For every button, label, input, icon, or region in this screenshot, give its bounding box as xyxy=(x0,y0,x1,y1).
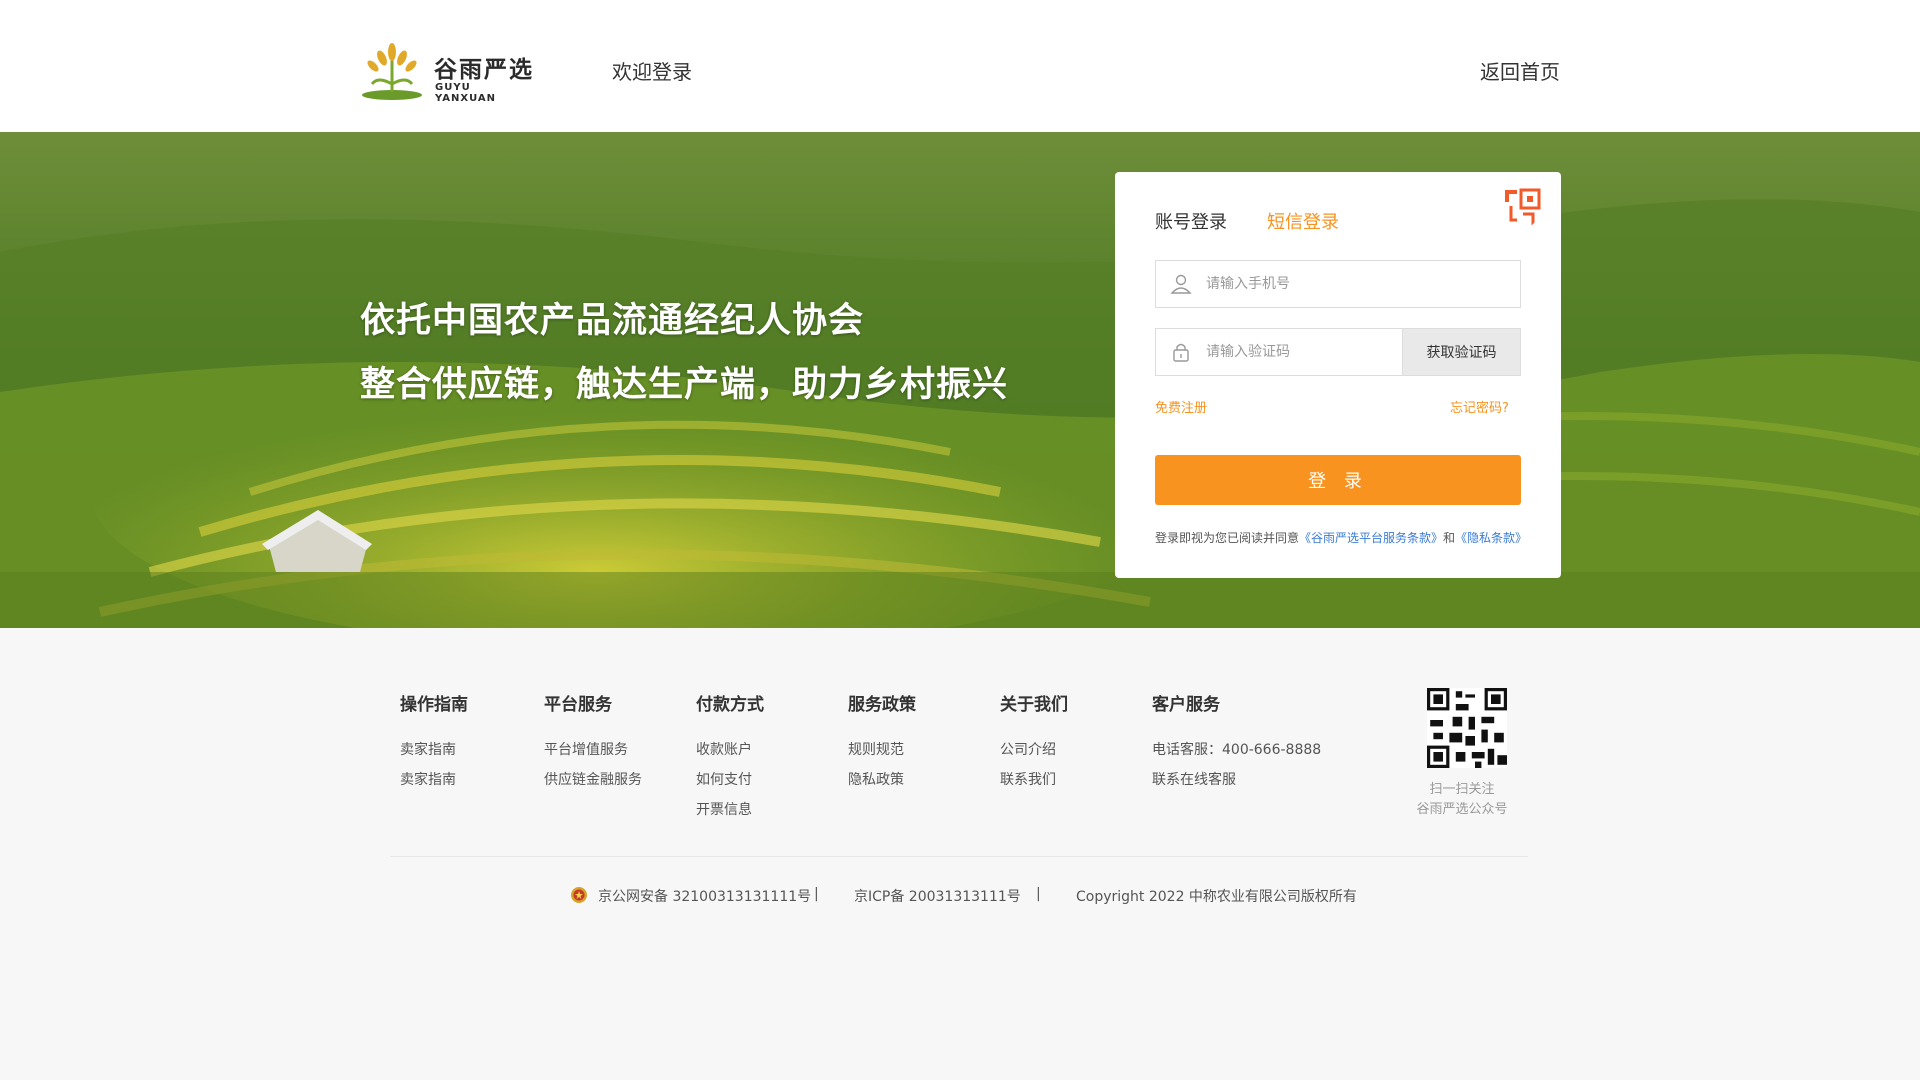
footer-link[interactable]: 如何支付 xyxy=(696,765,764,795)
footer-col-title: 操作指南 xyxy=(400,695,468,715)
login-card: 账号登录 短信登录 获取验证码 免费注册 xyxy=(1115,172,1561,578)
site-footer: 操作指南 卖家指南 卖家指南 平台服务 平台增值服务 供应链金融服务 付款方式 … xyxy=(0,628,1920,1080)
police-badge-icon xyxy=(571,887,587,903)
footer-link[interactable]: 平台增值服务 xyxy=(544,735,642,765)
footer-col-service: 客户服务 电话客服：400-666-8888 联系在线客服 xyxy=(1152,690,1321,795)
privacy-link[interactable]: 《隐私条款》 xyxy=(1455,531,1527,545)
logo-chinese-name: 谷雨严选 xyxy=(434,57,534,83)
footer-separator: | xyxy=(814,886,819,902)
footer-col-guide: 操作指南 卖家指南 卖家指南 xyxy=(400,690,468,795)
icp-record[interactable]: 京ICP备 20031313111号 xyxy=(854,886,1021,906)
tab-sms-login[interactable]: 短信登录 xyxy=(1267,208,1339,234)
site-logo[interactable]: 谷雨严选 GUYU YANXUAN xyxy=(360,40,536,104)
agreement-prefix: 登录即视为您已阅读并同意 xyxy=(1155,531,1300,545)
footer-col-policy: 服务政策 规则规范 隐私政策 xyxy=(848,690,916,795)
footer-col-platform: 平台服务 平台增值服务 供应链金融服务 xyxy=(544,690,642,795)
hero-slogan-line2: 整合供应链，触达生产端，助力乡村振兴 xyxy=(360,364,1009,405)
code-input[interactable] xyxy=(1206,329,1396,375)
hero-slogan-line1: 依托中国农产品流通经纪人协会 xyxy=(360,300,865,341)
agreement-and: 和 xyxy=(1443,531,1456,545)
login-button[interactable]: 登 录 xyxy=(1155,455,1521,505)
footer-col-payment: 付款方式 收款账户 如何支付 开票信息 xyxy=(696,690,764,825)
copyright-text: Copyright 2022 中称农业有限公司版权所有 xyxy=(1076,889,1357,905)
footer-link[interactable]: 联系在线客服 xyxy=(1152,765,1321,795)
footer-col-title: 服务政策 xyxy=(848,695,916,715)
footer-col-about: 关于我们 公司介绍 联系我们 xyxy=(1000,690,1068,795)
police-record[interactable]: 京公网安备 32100313131111号 xyxy=(598,886,811,906)
footer-link[interactable]: 隐私政策 xyxy=(848,765,916,795)
get-code-button[interactable]: 获取验证码 xyxy=(1402,329,1520,375)
phone-field xyxy=(1155,260,1521,308)
site-header: 谷雨严选 GUYU YANXUAN 欢迎登录 返回首页 xyxy=(0,0,1920,132)
qr-caption-line2: 谷雨严选公众号 xyxy=(1416,802,1508,817)
footer-link[interactable]: 卖家指南 xyxy=(400,735,468,765)
register-link[interactable]: 免费注册 xyxy=(1155,397,1207,416)
forgot-password-link[interactable]: 忘记密码? xyxy=(1450,397,1509,416)
footer-separator: | xyxy=(1036,886,1041,902)
phone-input[interactable] xyxy=(1206,261,1506,307)
footer-link[interactable]: 联系我们 xyxy=(1000,765,1068,795)
footer-col-title: 付款方式 xyxy=(696,695,764,715)
agreement-text: 登录即视为您已阅读并同意《谷雨严选平台服务条款》和《隐私条款》 xyxy=(1155,529,1535,546)
footer-link[interactable]: 电话客服：400-666-8888 xyxy=(1152,735,1321,765)
logo-english-name: GUYU YANXUAN xyxy=(435,82,497,104)
welcome-title: 欢迎登录 xyxy=(612,60,692,84)
footer-link[interactable]: 供应链金融服务 xyxy=(544,765,642,795)
qr-code-icon xyxy=(1427,688,1507,768)
lock-icon xyxy=(1173,343,1189,362)
footer-col-title: 客户服务 xyxy=(1152,695,1220,715)
back-home-link[interactable]: 返回首页 xyxy=(1480,56,1560,85)
footer-link[interactable]: 收款账户 xyxy=(696,735,764,765)
code-field: 获取验证码 xyxy=(1155,328,1521,376)
footer-link[interactable]: 开票信息 xyxy=(696,795,764,825)
wheat-logo-icon xyxy=(362,43,422,100)
footer-link[interactable]: 卖家指南 xyxy=(400,765,468,795)
footer-col-title: 平台服务 xyxy=(544,695,612,715)
footer-col-title: 关于我们 xyxy=(1000,695,1068,715)
footer-link[interactable]: 公司介绍 xyxy=(1000,735,1068,765)
terms-link[interactable]: 《谷雨严选平台服务条款》 xyxy=(1299,531,1443,545)
user-icon xyxy=(1170,274,1192,294)
qr-caption-line1: 扫一扫关注 xyxy=(1429,782,1495,797)
footer-divider xyxy=(390,856,1528,857)
footer-bottom-bar: 京公网安备 32100313131111号 | 京ICP备 2003131311… xyxy=(0,886,1920,916)
qr-login-icon[interactable] xyxy=(1503,188,1543,228)
tab-account-login[interactable]: 账号登录 xyxy=(1155,208,1227,234)
hero-banner: 依托中国农产品流通经纪人协会 整合供应链，触达生产端，助力乡村振兴 账号登录 短… xyxy=(0,132,1920,628)
footer-link[interactable]: 规则规范 xyxy=(848,735,916,765)
wechat-qr-block: 扫一扫关注 谷雨严选公众号 xyxy=(1412,688,1512,820)
